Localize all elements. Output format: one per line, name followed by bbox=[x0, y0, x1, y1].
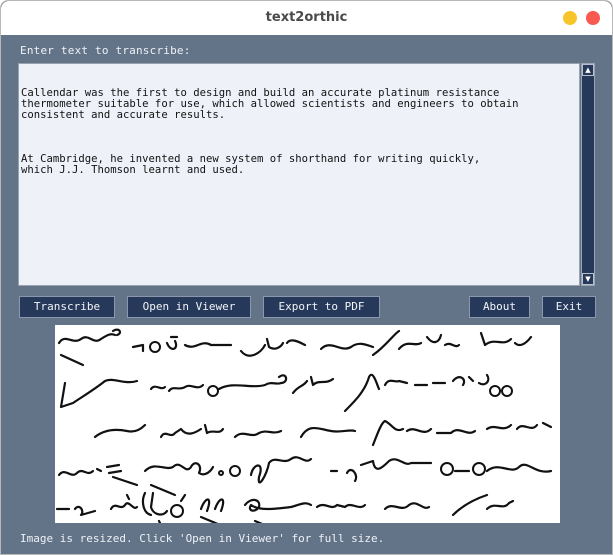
transcribe-button[interactable]: Transcribe bbox=[19, 296, 115, 318]
title-bar: text2orthic bbox=[1, 1, 612, 35]
app-window: text2orthic Enter text to transcribe: Ca… bbox=[0, 0, 613, 555]
minimize-button[interactable] bbox=[563, 11, 577, 25]
shorthand-strokes bbox=[55, 328, 553, 533]
shorthand-line-4 bbox=[57, 456, 553, 497]
input-label: Enter text to transcribe: bbox=[20, 44, 191, 57]
about-button[interactable]: About bbox=[469, 296, 530, 318]
main-panel: Enter text to transcribe: Callendar was … bbox=[1, 35, 612, 554]
close-button[interactable] bbox=[586, 11, 600, 25]
scroll-down-icon[interactable]: ▼ bbox=[582, 273, 594, 285]
text-paragraph-1: Callendar was the first to design and bu… bbox=[21, 87, 519, 121]
scroll-up-icon[interactable]: ▲ bbox=[582, 64, 594, 76]
status-message: Image is resized. Click 'Open in Viewer'… bbox=[20, 532, 385, 545]
window-title: text2orthic bbox=[265, 10, 348, 25]
text-paragraph-2: At Cambridge, he invented a new system o… bbox=[21, 153, 481, 176]
text-scrollbar[interactable]: ▲ ▼ bbox=[581, 63, 595, 286]
shorthand-line-3 bbox=[93, 419, 553, 447]
transcription-text-input[interactable]: Callendar was the first to design and bu… bbox=[18, 63, 580, 286]
exit-button[interactable]: Exit bbox=[542, 296, 596, 318]
export-to-pdf-button[interactable]: Export to PDF bbox=[263, 296, 380, 318]
shorthand-line-5 bbox=[55, 491, 515, 533]
shorthand-line-1 bbox=[57, 328, 533, 367]
shorthand-line-2 bbox=[59, 373, 513, 413]
open-in-viewer-button[interactable]: Open in Viewer bbox=[127, 296, 251, 318]
shorthand-preview-image bbox=[55, 325, 560, 533]
